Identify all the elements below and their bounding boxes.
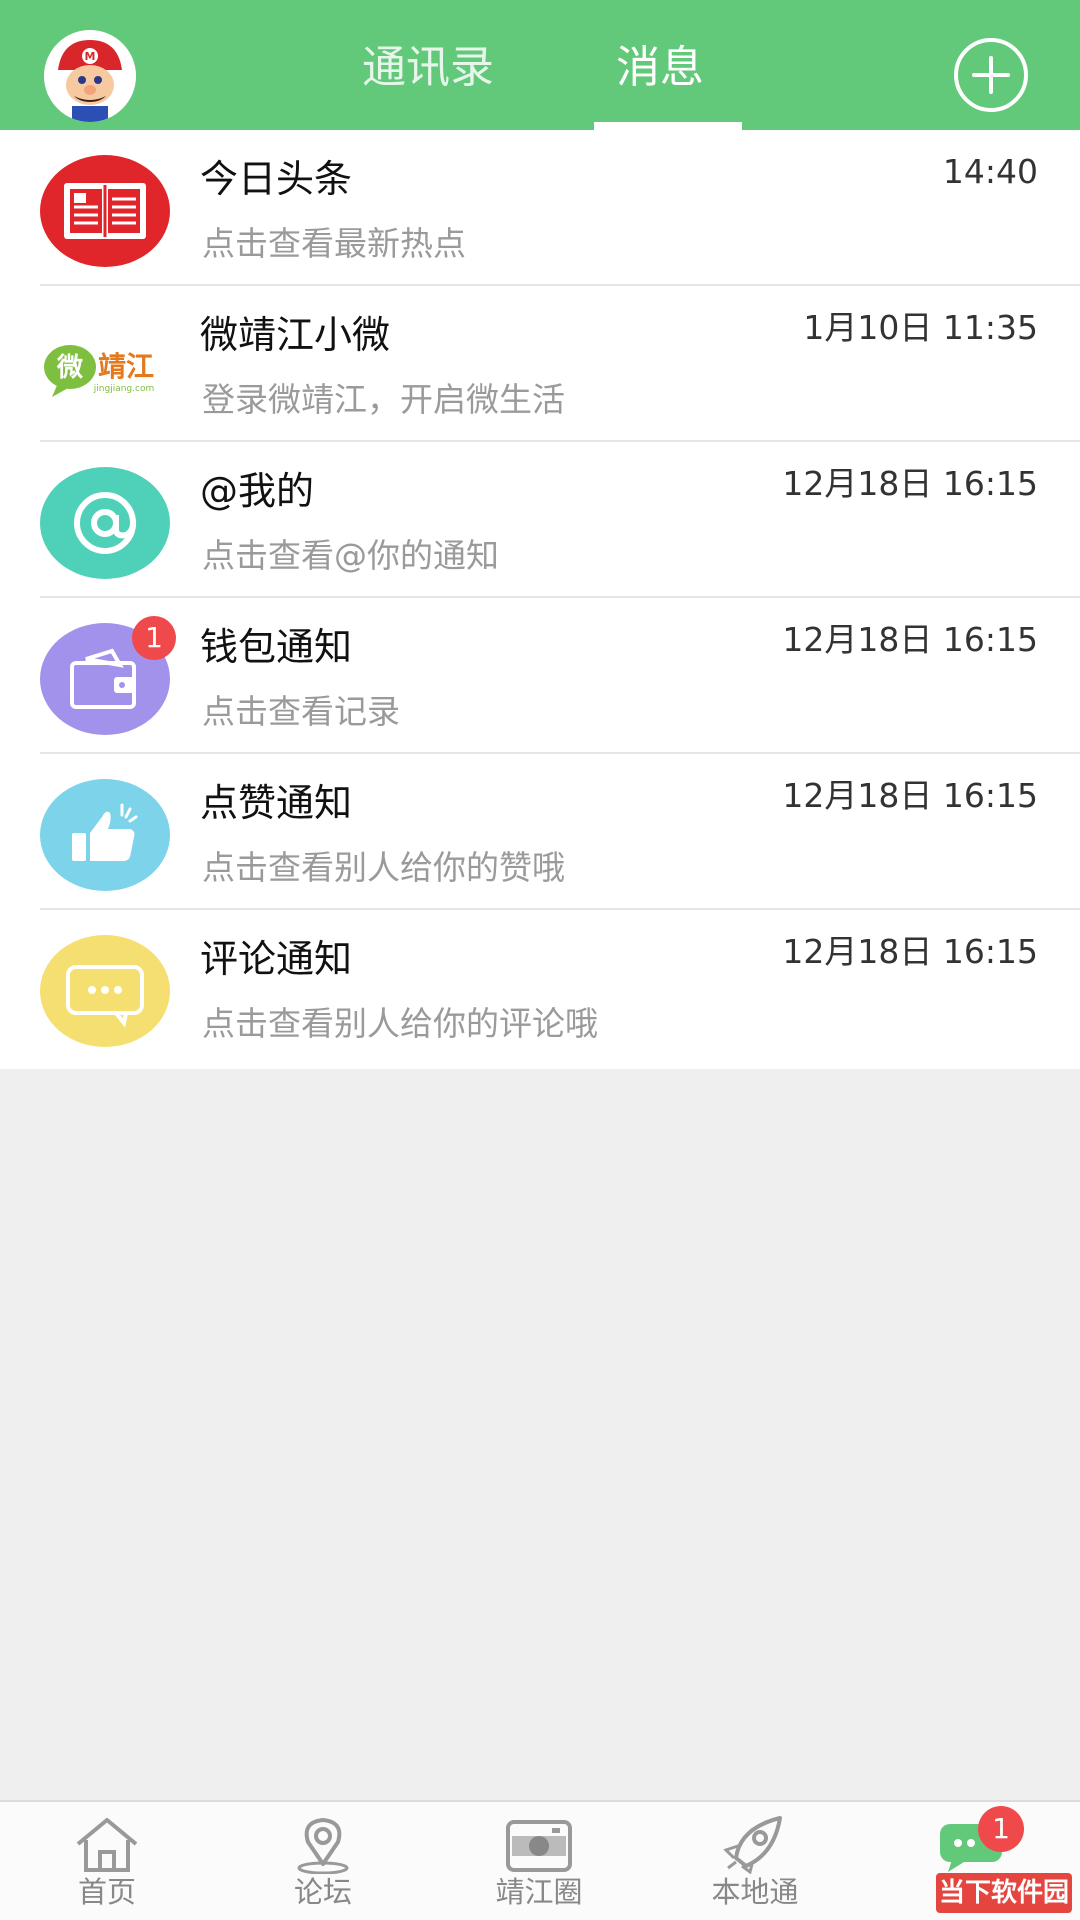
mario-avatar-icon: M (44, 30, 136, 122)
message-title: 评论通知 (200, 937, 353, 981)
message-subtitle: 点击查看记录 (202, 692, 400, 731)
message-row-likes[interactable]: 点赞通知 点击查看别人给你的赞哦 12月18日 16:15 (0, 754, 1080, 910)
svg-text:靖江: 靖江 (98, 350, 154, 383)
plus-icon (972, 56, 1010, 94)
message-time: 12月18日 16:15 (782, 776, 1038, 815)
message-row-comments[interactable]: 评论通知 点击查看别人给你的评论哦 12月18日 16:15 (0, 910, 1080, 1066)
camera-icon (506, 1820, 572, 1872)
tab-forum[interactable]: 论坛 (248, 1802, 398, 1920)
thumbs-up-icon (40, 779, 170, 891)
message-time: 1月10日 11:35 (803, 308, 1038, 347)
message-title: 钱包通知 (200, 625, 353, 669)
avatar[interactable]: M (44, 30, 136, 122)
news-book-icon (40, 155, 170, 267)
active-tab-indicator (594, 122, 742, 130)
message-subtitle: 点击查看别人给你的评论哦 (202, 1004, 598, 1043)
message-time: 12月18日 16:15 (782, 464, 1038, 503)
message-title: 微靖江小微 (200, 313, 391, 357)
location-pin-icon (297, 1818, 349, 1874)
message-title: @我的 (200, 469, 315, 513)
message-row-wei-jingjiang[interactable]: 微 靖江 jingjiang.com 微靖江小微 登录微靖江，开启微生活 1月1… (0, 286, 1080, 442)
message-time: 12月18日 16:15 (782, 620, 1038, 659)
message-time: 12月18日 16:15 (782, 932, 1038, 971)
rocket-icon (723, 1816, 782, 1874)
svg-text:M: M (85, 50, 96, 63)
message-list: 今日头条 点击查看最新热点 14:40 微 靖江 jingjiang.com 微… (0, 130, 1080, 1069)
tab-local[interactable]: 本地通 (680, 1802, 830, 1920)
tab-label: 首页 (77, 1875, 136, 1909)
add-button[interactable] (954, 38, 1028, 112)
message-title: 点赞通知 (200, 781, 353, 825)
logo-url-text: jingjiang.com (93, 384, 154, 394)
message-subtitle: 点击查看最新热点 (202, 224, 466, 263)
message-subtitle: 点击查看@你的通知 (202, 536, 499, 575)
message-title: 今日头条 (200, 157, 353, 201)
svg-text:微: 微 (56, 352, 83, 383)
tab-label: 本地通 (711, 1875, 799, 1909)
tab-jingjiang-circle[interactable]: 靖江圈 (464, 1802, 614, 1920)
tab-contacts[interactable]: 通讯录 (362, 38, 494, 98)
at-icon (40, 467, 170, 579)
tab-label: 靖江圈 (495, 1875, 583, 1909)
message-row-toutiao[interactable]: 今日头条 点击查看最新热点 14:40 (0, 130, 1080, 286)
message-subtitle: 登录微靖江，开启微生活 (202, 380, 565, 419)
message-row-mentions[interactable]: @我的 点击查看@你的通知 12月18日 16:15 (0, 442, 1080, 598)
tab-label: 论坛 (293, 1875, 352, 1909)
messages-unread-badge: 1 (978, 1806, 1024, 1852)
top-bar: M 通讯录 消息 (0, 0, 1080, 130)
wei-jingjiang-logo: 微 靖江 jingjiang.com (40, 311, 170, 423)
message-subtitle: 点击查看别人给你的赞哦 (202, 848, 565, 887)
message-row-wallet[interactable]: 1 钱包通知 点击查看记录 12月18日 16:15 (0, 598, 1080, 754)
comment-icon (40, 935, 170, 1047)
message-time: 14:40 (942, 152, 1038, 191)
tab-home[interactable]: 首页 (32, 1802, 182, 1920)
tab-messages[interactable]: 消息 (616, 38, 704, 98)
watermark: 当下软件园 (936, 1873, 1072, 1913)
home-icon (76, 1818, 138, 1872)
wallet-unread-badge: 1 (132, 616, 176, 660)
bottom-tab-bar: 首页 论坛 靖江圈 本地通 1 (0, 1800, 1080, 1920)
